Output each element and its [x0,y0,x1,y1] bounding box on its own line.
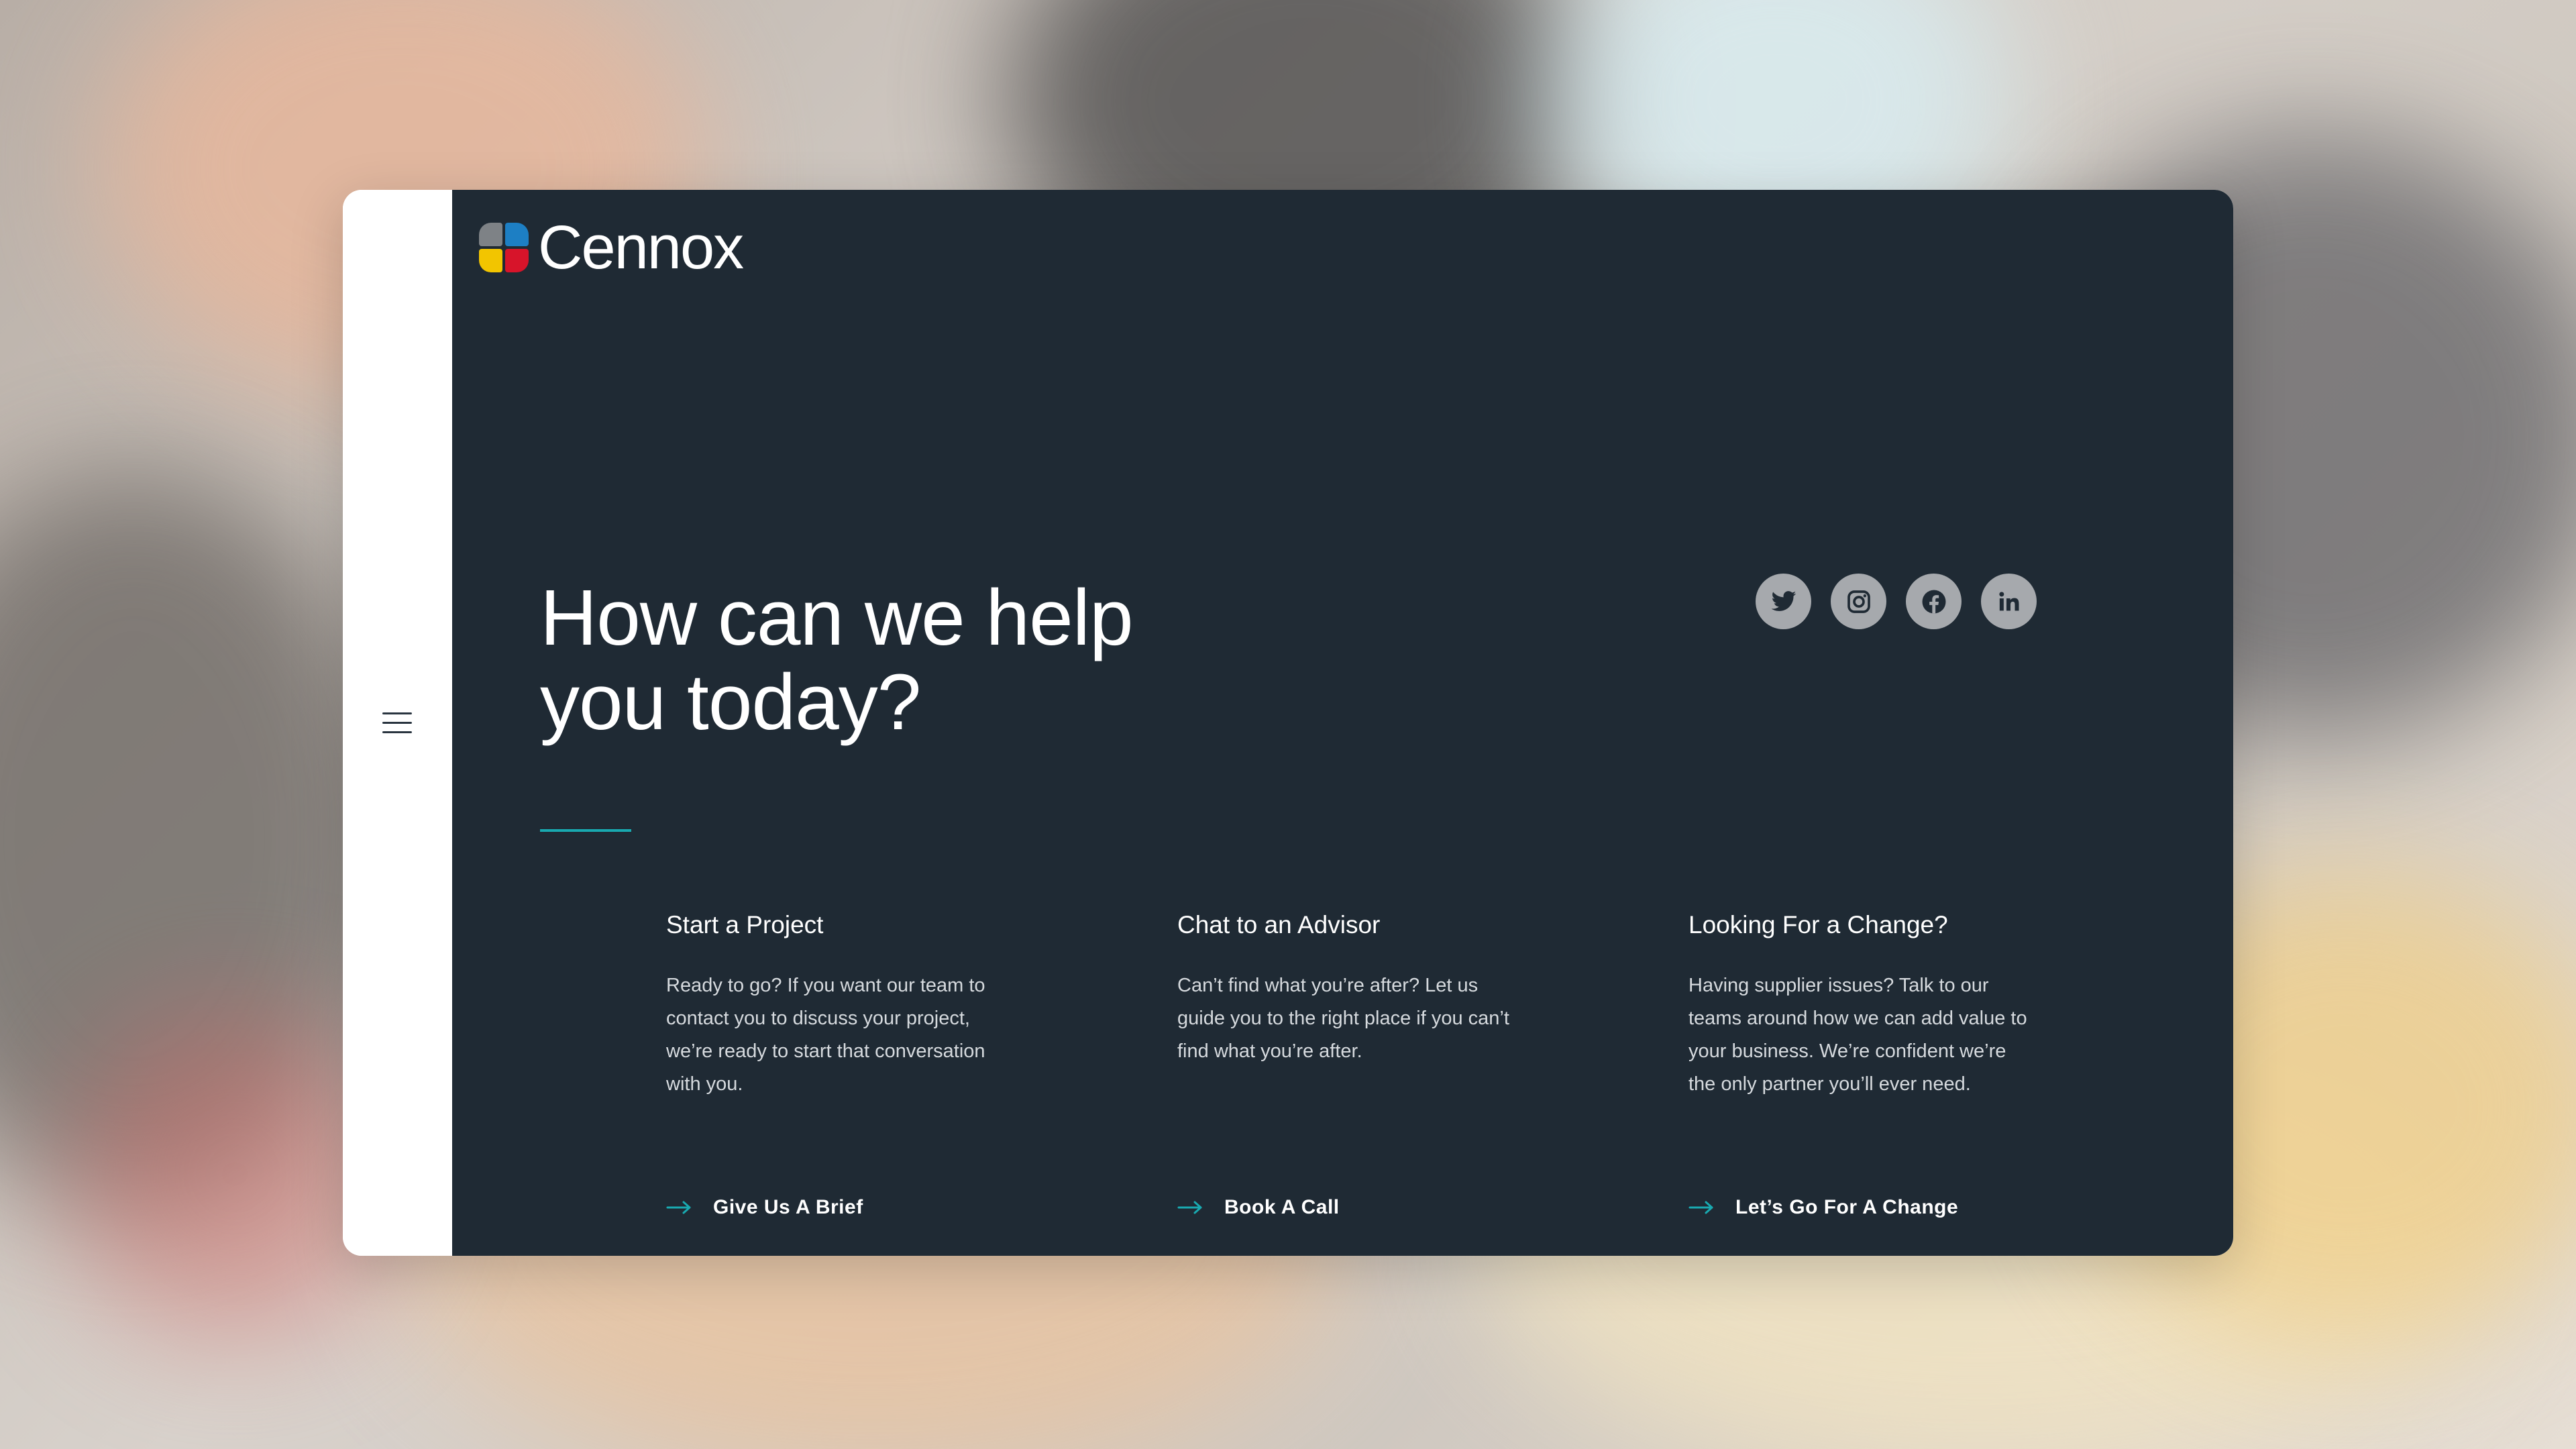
twitter-button[interactable] [1756,574,1811,629]
cta-label: Book A Call [1224,1196,1340,1218]
page-title: How can we help you today? [540,576,1278,745]
cta-label: Give Us A Brief [713,1196,863,1218]
arrow-right-icon [1688,1201,1713,1214]
facebook-button[interactable] [1906,574,1962,629]
card-description: Can’t find what you’re after? Let us gui… [1177,975,1509,1062]
card-description: Ready to go? If you want our team to con… [666,975,985,1095]
cta-label: Let’s Go For A Change [1735,1196,1959,1218]
card-description: Having supplier issues? Talk to our team… [1688,975,2027,1095]
facebook-icon [1922,590,1945,613]
linkedin-icon [1998,591,2019,610]
accent-divider [540,829,631,832]
card-title: Start a Project [666,911,824,938]
instagram-button[interactable] [1831,574,1886,629]
brand-name: Cennox [538,213,744,282]
arrow-right-icon [1177,1201,1202,1214]
help-panel: Cennox How can we help you today? Start … [452,190,2233,1256]
arrow-right-icon [666,1201,691,1214]
card-chat-advisor: Chat to an Advisor Can’t find what you’r… [1177,908,1540,1068]
brand-logo[interactable]: Cennox [479,213,744,282]
social-links [1756,574,2037,629]
lets-go-for-a-change-link[interactable]: Let’s Go For A Change [1688,1196,1958,1219]
logo-mark-icon [479,223,529,272]
book-a-call-link[interactable]: Book A Call [1177,1196,1340,1219]
card-title: Chat to an Advisor [1177,911,1381,938]
help-menu-modal: Cennox How can we help you today? Start … [343,190,2233,1256]
twitter-icon [1771,590,1796,611]
page-title-line-2: you today? [540,658,921,747]
give-us-a-brief-link[interactable]: Give Us A Brief [666,1196,863,1219]
menu-icon[interactable] [382,710,412,735]
card-start-project: Start a Project Ready to go? If you want… [666,908,1028,1101]
page-title-line-1: How can we help [540,574,1134,662]
instagram-icon [1847,590,1870,613]
card-title: Looking For a Change? [1688,911,1948,938]
sidebar [343,190,452,1256]
linkedin-button[interactable] [1981,574,2037,629]
card-looking-for-change: Looking For a Change? Having supplier is… [1688,908,2051,1101]
